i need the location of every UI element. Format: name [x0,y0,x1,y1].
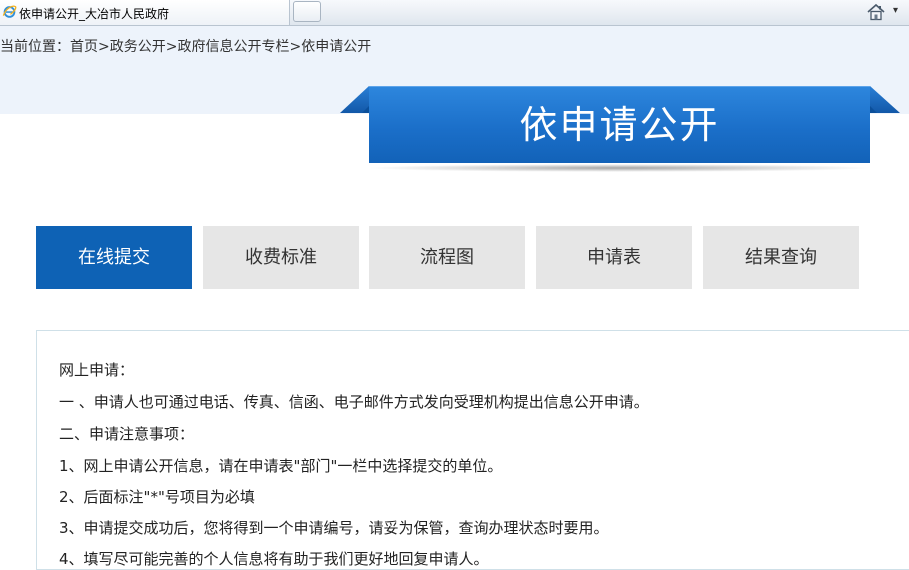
content-line: 2、后面标注"*"号项目为必填 [59,488,255,506]
ribbon-banner: 依申请公开 [369,86,870,163]
ie-icon [2,5,17,18]
tab-result-query[interactable]: 结果查询 [703,226,859,289]
tab-title: 依申请公开_大冶市人民政府 [19,7,170,21]
breadcrumb-lead: 当前位置： [0,39,70,55]
browser-tab-bar: 依申请公开_大冶市人民政府 ▾ [0,0,909,26]
ribbon-shadow [366,164,874,172]
title-ribbon: 依申请公开 [340,86,902,176]
chevron-down-icon[interactable]: ▾ [893,5,898,16]
content-panel: 网上申请： 一 、申请人也可通过电话、传真、信函、电子邮件方式发向受理机构提出信… [36,330,909,570]
home-icon[interactable] [866,2,886,22]
tab-application-form[interactable]: 申请表 [536,226,692,289]
content-line: 1、网上申请公开信息，请在申请表"部门"一栏中选择提交的单位。 [59,457,503,475]
content-line: 4、填写尽可能完善的个人信息将有助于我们更好地回复申请人。 [59,550,489,568]
tab-fee-standard[interactable]: 收费标准 [203,226,359,289]
tab-flowchart[interactable]: 流程图 [369,226,525,289]
new-tab-button[interactable] [293,1,321,22]
page-title: 依申请公开 [519,103,720,147]
tab-online-submit[interactable]: 在线提交 [36,226,192,289]
content-heading: 网上申请： [59,361,135,379]
breadcrumb-current[interactable]: 依申请公开 [301,39,371,55]
breadcrumb-info-disclosure[interactable]: 政府信息公开专栏 [177,39,289,55]
breadcrumb-separator: > [98,39,110,55]
breadcrumb: 当前位置：首页>政务公开>政府信息公开专栏>依申请公开 [0,36,371,56]
breadcrumb-gov-affairs[interactable]: 政务公开 [110,39,166,55]
breadcrumb-home[interactable]: 首页 [70,39,98,55]
browser-tab[interactable]: 依申请公开_大冶市人民政府 [0,0,290,25]
content-subheading: 二、申请注意事项： [59,425,195,443]
content-line: 一 、申请人也可通过电话、传真、信函、电子邮件方式发向受理机构提出信息公开申请。 [59,393,649,411]
content-line: 3、申请提交成功后，您将得到一个申请编号，请妥为保管，查询办理状态时要用。 [59,519,609,537]
breadcrumb-separator: > [165,39,178,55]
breadcrumb-separator: > [289,39,302,55]
